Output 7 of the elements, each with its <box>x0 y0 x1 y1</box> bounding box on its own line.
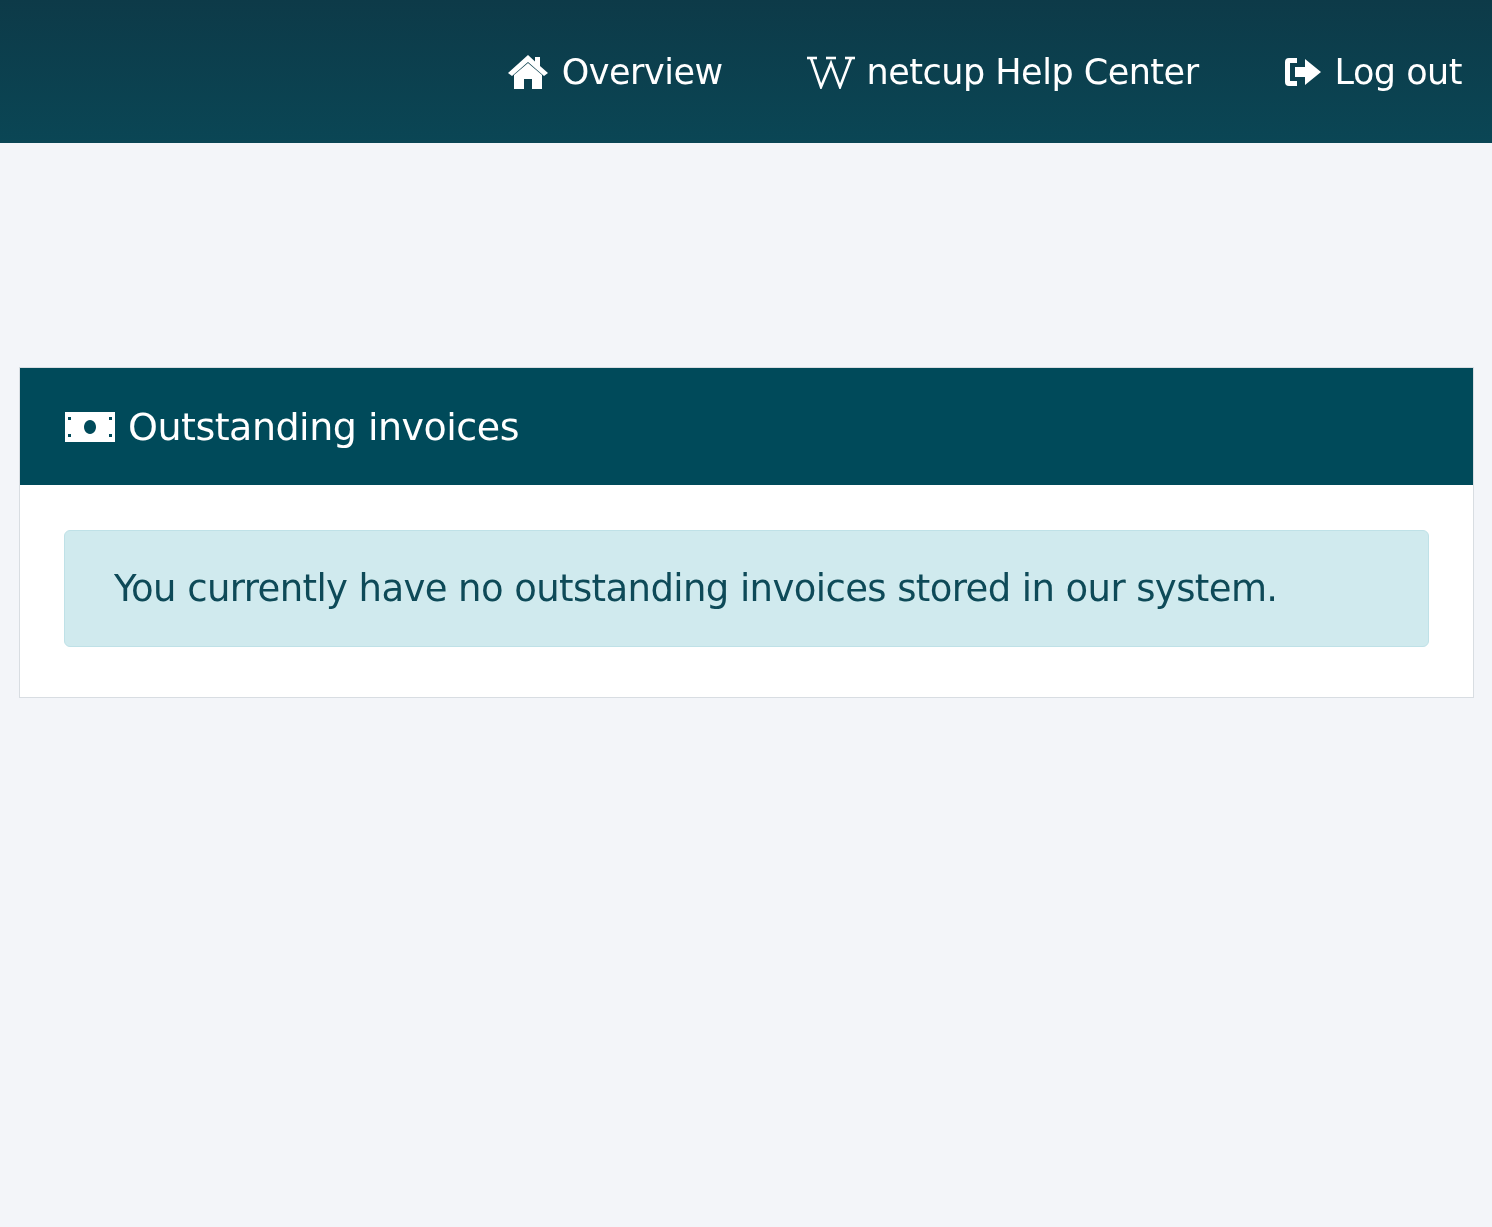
nav-link[interactable]: Log out <box>1282 51 1462 92</box>
info-alert: You currently have no outstanding invoices stored in our system. <box>64 530 1429 647</box>
nav-link[interactable]: Overview <box>505 51 723 92</box>
banknote-icon <box>64 410 116 443</box>
card-title: Outstanding invoices <box>128 404 519 449</box>
nav-link[interactable]: netcup Help Center <box>806 51 1199 92</box>
w-letter-icon <box>806 54 855 89</box>
